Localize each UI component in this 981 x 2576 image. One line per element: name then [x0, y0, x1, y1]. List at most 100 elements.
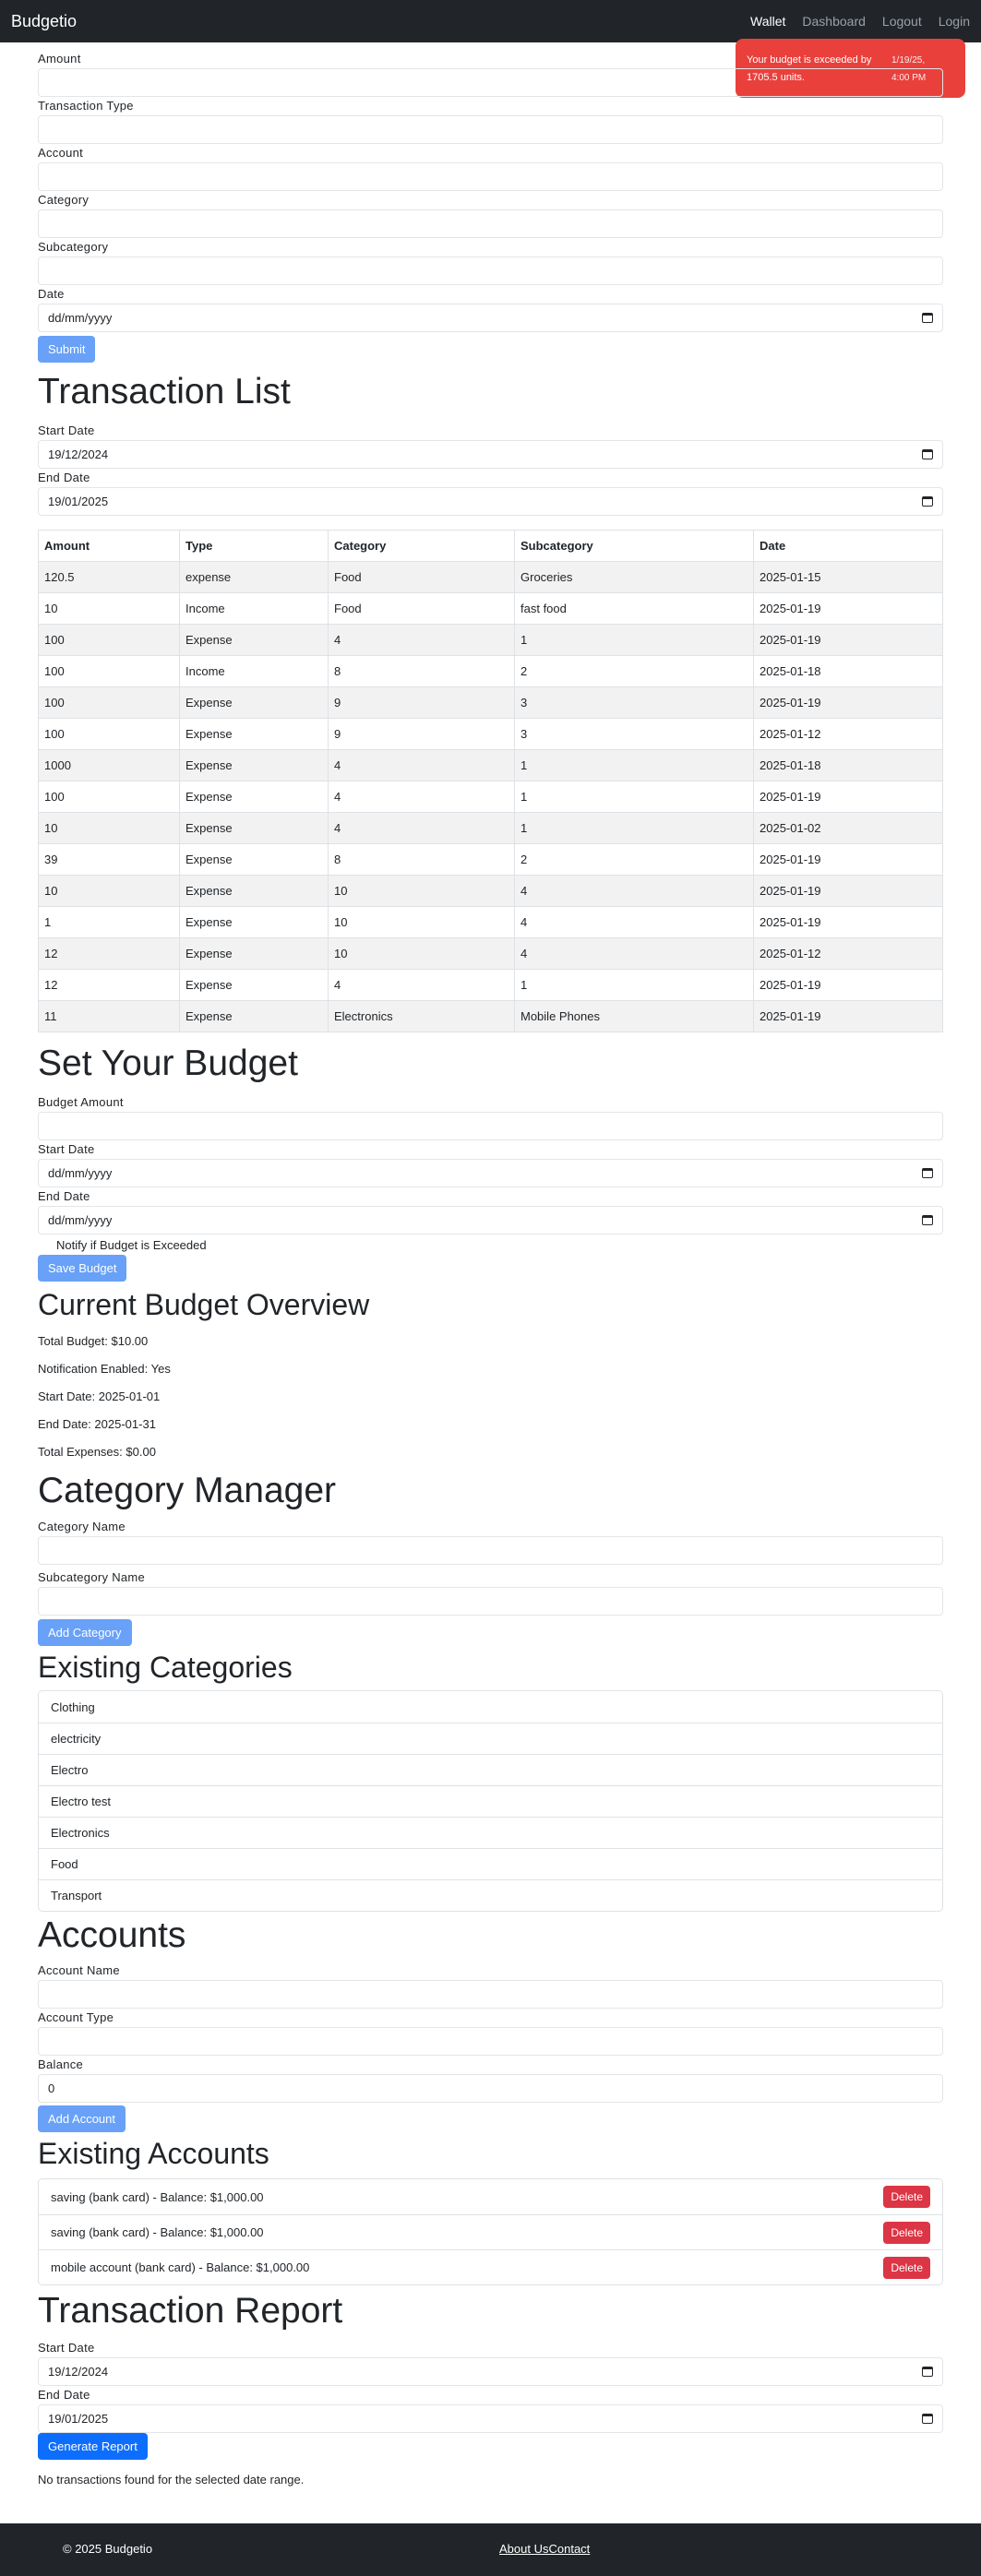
transaction-type-select[interactable]: [38, 115, 943, 144]
overview-title: Current Budget Overview: [38, 1288, 370, 1321]
add-category-button[interactable]: Add Category: [38, 1619, 132, 1646]
footer-links: About UsContact: [499, 2542, 590, 2556]
category-item[interactable]: Food: [39, 1848, 942, 1879]
submit-button[interactable]: Submit: [38, 336, 96, 363]
nav-dashboard[interactable]: Dashboard: [802, 14, 866, 29]
cell-category: 4: [328, 624, 515, 656]
category-item-label: Electro test: [51, 1795, 112, 1808]
cell-amount: 10: [38, 812, 180, 844]
cell-date: 2025-01-19: [753, 781, 943, 813]
cell-type: Expense: [179, 1000, 329, 1032]
table-row: 10 Expense 4 1 2025-01-02: [38, 812, 943, 844]
table-row: 120.5 expense Food Groceries 2025-01-15: [38, 561, 943, 593]
subcategory-select[interactable]: [38, 256, 943, 285]
list-start-date-input[interactable]: 19/12/2024: [38, 440, 943, 469]
budget-end-date-input[interactable]: dd/mm/yyyy: [38, 1206, 943, 1234]
category-item[interactable]: Electro: [39, 1754, 942, 1785]
transactions-table-body: 120.5 expense Food Groceries 2025-01-15 10 Inc…: [38, 561, 943, 1032]
calendar-icon[interactable]: [922, 449, 933, 459]
add-account-button[interactable]: Add Account: [38, 2105, 126, 2132]
delete-account-button[interactable]: Delete: [883, 2221, 930, 2244]
cell-type: Expense: [179, 906, 329, 938]
brand-logo[interactable]: Budgetio: [11, 12, 77, 31]
category-name-label: Category Name: [38, 1520, 126, 1533]
overview-start-date: Start Date: 2025-01-01: [38, 1389, 161, 1403]
cell-type: Expense: [179, 718, 329, 750]
list-end-date-input[interactable]: 19/01/2025: [38, 487, 943, 516]
account-item-label: saving (bank card) - Balance: $1,000.00: [51, 2189, 264, 2204]
list-start-date-value: 19/12/2024: [48, 447, 109, 461]
delete-account-button[interactable]: Delete: [883, 2256, 930, 2279]
overview-total-budget: Total Budget: $10.00: [38, 1334, 149, 1348]
category-select[interactable]: [38, 209, 943, 238]
budget-amount-label: Budget Amount: [38, 1095, 124, 1109]
balance-input[interactable]: 0: [38, 2074, 943, 2103]
cell-date: 2025-01-19: [753, 969, 943, 1001]
account-name-input[interactable]: [38, 1980, 943, 2009]
calendar-icon[interactable]: [922, 496, 933, 507]
table-row: 100 Expense 9 3 2025-01-12: [38, 718, 943, 750]
header-amount: Amount: [38, 530, 180, 562]
cell-subcategory: 4: [514, 906, 754, 938]
amount-input[interactable]: [38, 68, 943, 97]
table-row: 100 Expense 4 1 2025-01-19: [38, 624, 943, 656]
category-item[interactable]: Clothing: [39, 1691, 942, 1723]
about-us-link[interactable]: About Us: [499, 2542, 548, 2556]
account-name-label: Account Name: [38, 1963, 120, 1977]
subcategory-label: Subcategory: [38, 240, 109, 254]
cell-type: Expense: [179, 624, 329, 656]
category-item[interactable]: Transport: [39, 1879, 942, 1911]
account-type-input[interactable]: [38, 2027, 943, 2056]
account-label: Account: [38, 146, 84, 160]
cell-subcategory: 3: [514, 718, 754, 750]
cell-amount: 10: [38, 592, 180, 625]
cell-subcategory: 2: [514, 843, 754, 876]
cell-type: Expense: [179, 843, 329, 876]
cell-type: Expense: [179, 749, 329, 781]
calendar-icon[interactable]: [922, 2414, 933, 2424]
subcategory-name-input[interactable]: [38, 1587, 943, 1616]
transaction-list-title: Transaction List: [38, 372, 291, 411]
list-start-date-label: Start Date: [38, 423, 95, 437]
nav-login[interactable]: Login: [939, 14, 970, 29]
account-type-label: Account Type: [38, 2010, 114, 2024]
date-input[interactable]: dd/mm/yyyy: [38, 304, 943, 332]
report-end-date-input[interactable]: 19/01/2025: [38, 2404, 943, 2433]
cell-amount: 100: [38, 655, 180, 687]
account-item: saving (bank card) - Balance: $1,000.00 D…: [39, 2179, 942, 2214]
nav-logout[interactable]: Logout: [882, 14, 922, 29]
category-item[interactable]: Electro test: [39, 1785, 942, 1817]
budget-amount-input[interactable]: [38, 1112, 943, 1140]
report-start-date-input[interactable]: 19/12/2024: [38, 2357, 943, 2386]
table-row: 1000 Expense 4 1 2025-01-18: [38, 749, 943, 781]
table-row: 11 Expense Electronics Mobile Phones 2025-01…: [38, 1000, 943, 1032]
subcategory-name-label: Subcategory Name: [38, 1570, 146, 1584]
save-budget-button[interactable]: Save Budget: [38, 1255, 127, 1282]
account-select[interactable]: [38, 162, 943, 191]
cell-date: 2025-01-18: [753, 655, 943, 687]
cell-date: 2025-01-02: [753, 812, 943, 844]
calendar-icon[interactable]: [922, 313, 933, 323]
table-row: 39 Expense 8 2 2025-01-19: [38, 843, 943, 876]
calendar-icon[interactable]: [922, 1215, 933, 1225]
cell-date: 2025-01-19: [753, 592, 943, 625]
generate-report-button[interactable]: Generate Report: [38, 2433, 148, 2460]
contact-link[interactable]: Contact: [548, 2542, 590, 2556]
existing-accounts-title: Existing Accounts: [38, 2137, 269, 2170]
cell-amount: 10: [38, 875, 180, 907]
category-name-input[interactable]: [38, 1536, 943, 1565]
cell-amount: 100: [38, 781, 180, 813]
category-item-label: Food: [51, 1857, 78, 1871]
nav-wallet[interactable]: Wallet: [750, 14, 785, 29]
calendar-icon[interactable]: [922, 2367, 933, 2377]
calendar-icon[interactable]: [922, 1168, 933, 1178]
notify-checkbox[interactable]: Notify if Budget is Exceeded: [38, 1234, 943, 1255]
category-item[interactable]: Electronics: [39, 1817, 942, 1848]
budget-start-date-input[interactable]: dd/mm/yyyy: [38, 1159, 943, 1187]
cell-type: Expense: [179, 781, 329, 813]
footer-copyright: © 2025 Budgetio: [63, 2542, 153, 2556]
delete-account-button[interactable]: Delete: [883, 2186, 930, 2208]
category-item[interactable]: electricity: [39, 1723, 942, 1754]
cell-subcategory: 1: [514, 781, 754, 813]
report-end-date-value: 19/01/2025: [48, 2412, 109, 2426]
